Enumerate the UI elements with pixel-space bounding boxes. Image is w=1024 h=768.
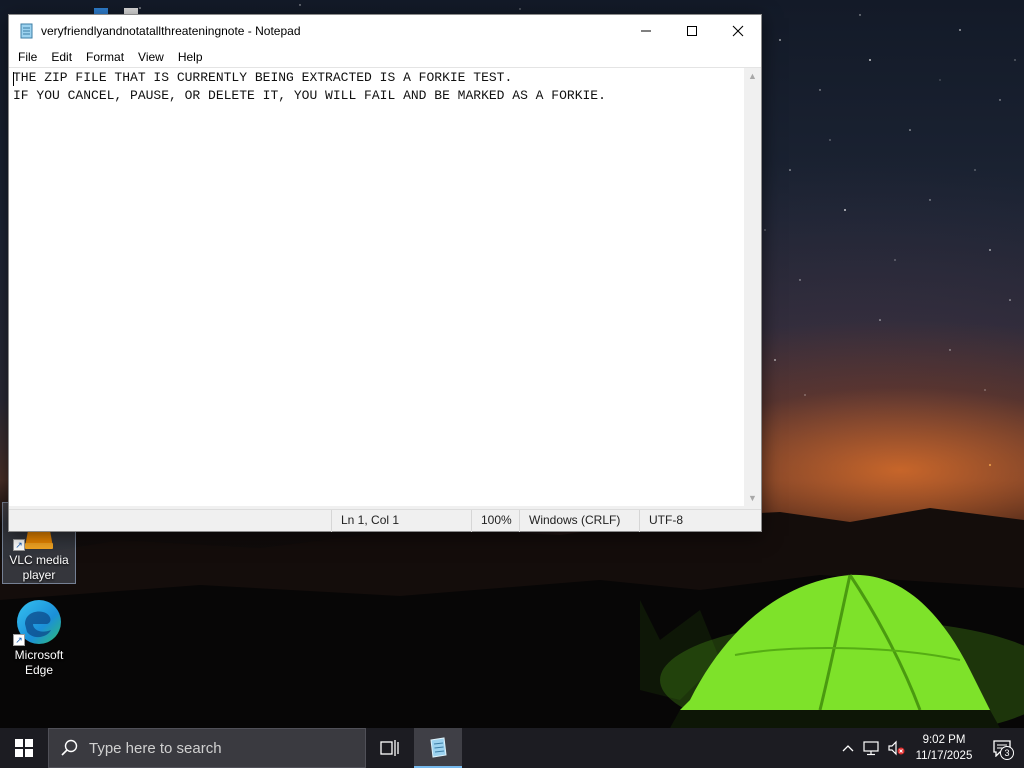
maximize-button[interactable] [669,15,715,47]
search-placeholder: Type here to search [89,739,222,757]
show-hidden-icons-button[interactable] [836,728,860,768]
menu-format[interactable]: Format [79,50,131,64]
desktop-icon-label: Microsoft Edge [14,648,64,677]
close-button[interactable] [715,15,761,47]
clock-date: 11/17/2025 [915,750,973,762]
notepad-window[interactable]: veryfriendlyandnotatallthreateningnote -… [8,14,762,532]
notepad-icon [20,23,33,39]
title-bar[interactable]: veryfriendlyandnotatallthreateningnote -… [9,15,761,47]
network-button[interactable] [860,728,884,768]
desktop-icon-label: VLC media player [9,553,69,582]
window-title: veryfriendlyandnotatallthreateningnote -… [41,24,301,38]
menu-file[interactable]: File [11,50,44,64]
start-button[interactable] [0,728,48,768]
system-tray: 9:02 PM 11/17/2025 3 [836,728,1024,768]
document-text[interactable]: THE ZIP FILE THAT IS CURRENTLY BEING EXT… [13,69,743,506]
menu-view[interactable]: View [131,50,171,64]
vertical-scrollbar[interactable]: ▲ ▼ [744,68,761,507]
volume-muted-icon [888,740,905,756]
minimize-icon [641,30,651,32]
notification-center-button[interactable]: 3 [980,728,1024,768]
notification-count-badge: 3 [1000,746,1014,760]
menu-help[interactable]: Help [171,50,210,64]
chevron-up-icon [842,745,854,752]
desktop-icon-edge[interactable]: ↗ Microsoft Edge [2,598,76,678]
taskbar: Type here to search 9:02 PM 11/17/2025 3 [0,728,1024,768]
task-view-button[interactable] [366,728,414,768]
clock[interactable]: 9:02 PM 11/17/2025 [908,732,980,764]
shortcut-arrow-icon: ↗ [13,539,25,551]
line-ending: Windows (CRLF) [519,510,639,532]
text-caret [13,72,14,86]
maximize-icon [687,26,697,36]
menu-edit[interactable]: Edit [44,50,79,64]
search-icon [61,739,78,756]
edge-icon: ↗ [13,598,65,646]
scroll-up-icon[interactable]: ▲ [744,68,761,85]
notepad-icon [430,737,447,758]
taskbar-search-box[interactable]: Type here to search [48,728,366,768]
shortcut-arrow-icon: ↗ [13,634,25,646]
scroll-down-icon[interactable]: ▼ [744,490,761,507]
task-view-icon [380,740,399,756]
menu-bar: File Edit Format View Help [9,47,761,67]
network-icon [863,741,879,756]
taskbar-notepad-button[interactable] [414,728,462,768]
close-icon [732,25,744,37]
text-line: THE ZIP FILE THAT IS CURRENTLY BEING EXT… [13,70,513,85]
text-editor[interactable]: THE ZIP FILE THAT IS CURRENTLY BEING EXT… [9,67,761,507]
zoom-level: 100% [471,510,519,532]
text-line: IF YOU CANCEL, PAUSE, OR DELETE IT, YOU … [13,88,606,103]
glowing-tent [660,574,1024,728]
status-bar: Ln 1, Col 1 100% Windows (CRLF) UTF-8 [9,509,761,532]
minimize-button[interactable] [623,15,669,47]
encoding: UTF-8 [639,510,761,532]
cursor-position: Ln 1, Col 1 [331,510,471,532]
windows-logo-icon [15,739,33,757]
volume-button[interactable] [884,728,908,768]
clock-time: 9:02 PM [922,734,966,746]
